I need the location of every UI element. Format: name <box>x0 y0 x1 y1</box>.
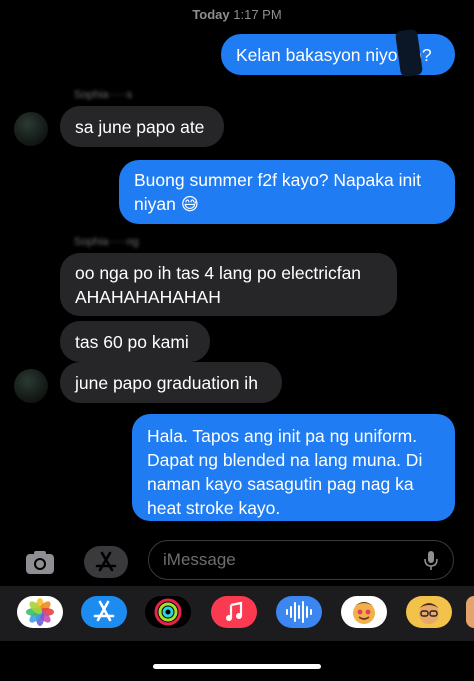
audio-message-icon <box>286 601 312 623</box>
memoji-stickers-app-button[interactable] <box>341 596 387 628</box>
music-app-button[interactable] <box>211 596 257 628</box>
home-indicator[interactable] <box>153 664 321 669</box>
message-bubble-received[interactable]: sa june papo ate <box>60 106 224 147</box>
message-bubble-received[interactable]: tas 60 po kami <box>60 321 210 362</box>
memoji-icon <box>418 603 440 624</box>
message-text-line: AHAHAHAHAHAH <box>75 287 221 307</box>
music-icon <box>226 601 243 621</box>
message-text: june papo graduation ih <box>75 373 258 393</box>
conversation-timestamp: Today 1:17 PM <box>0 7 474 22</box>
message-bubble-received[interactable]: oo nga po ih tas 4 lang po electricfan A… <box>60 253 397 316</box>
memoji-stickers-icon <box>353 602 375 624</box>
camera-button[interactable] <box>18 546 62 578</box>
app-drawer <box>0 586 474 641</box>
message-text-line: Hala. Tapos ang init pa ng uniform. <box>147 426 418 446</box>
apps-button[interactable] <box>84 546 128 578</box>
app-store-icon <box>93 600 115 622</box>
message-input[interactable]: iMessage <box>148 540 454 580</box>
compose-bar: iMessage <box>0 538 474 586</box>
message-text-line: heat stroke kayo. <box>147 498 281 518</box>
camera-icon <box>26 551 54 574</box>
app-drawer-overflow[interactable] <box>466 596 474 628</box>
contact-avatar[interactable] <box>14 369 48 403</box>
app-store-app-button[interactable] <box>81 596 127 628</box>
photos-icon <box>26 598 54 626</box>
message-bubble-received[interactable]: june papo graduation ih <box>60 362 282 403</box>
message-input-placeholder: iMessage <box>163 550 236 569</box>
message-text-line: naman kayo sasagutin pag nag ka <box>147 474 414 494</box>
message-text-line: oo nga po ih tas 4 lang po electricfan <box>75 263 362 283</box>
fitness-icon <box>154 598 182 626</box>
audio-message-app-button[interactable] <box>276 596 322 628</box>
message-bubble-sent[interactable]: Buong summer f2f kayo? Napaka init niyan… <box>119 160 455 224</box>
message-text: tas 60 po kami <box>75 332 189 352</box>
message-text-line: Dapat ng blended na lang muna. Di <box>147 450 423 470</box>
microphone-icon[interactable] <box>423 550 439 572</box>
memoji-app-button[interactable] <box>406 596 452 628</box>
photos-app-button[interactable] <box>17 596 63 628</box>
message-text: sa june papo ate <box>75 117 205 137</box>
timestamp-day: Today <box>192 7 230 22</box>
app-store-icon <box>95 551 117 572</box>
message-bubble-sent[interactable]: Hala. Tapos ang init pa ng uniform. Dapa… <box>132 414 455 521</box>
sender-name-redacted: Sophia·····s <box>74 89 133 101</box>
message-text-line: niyan 😅 <box>134 194 199 214</box>
timestamp-time: 1:17 PM <box>233 7 282 22</box>
sender-name-redacted: Sophia·····ng <box>74 236 139 248</box>
fitness-app-button[interactable] <box>145 596 191 628</box>
contact-avatar[interactable] <box>14 112 48 146</box>
message-text-line: Buong summer f2f kayo? Napaka init <box>134 170 421 190</box>
